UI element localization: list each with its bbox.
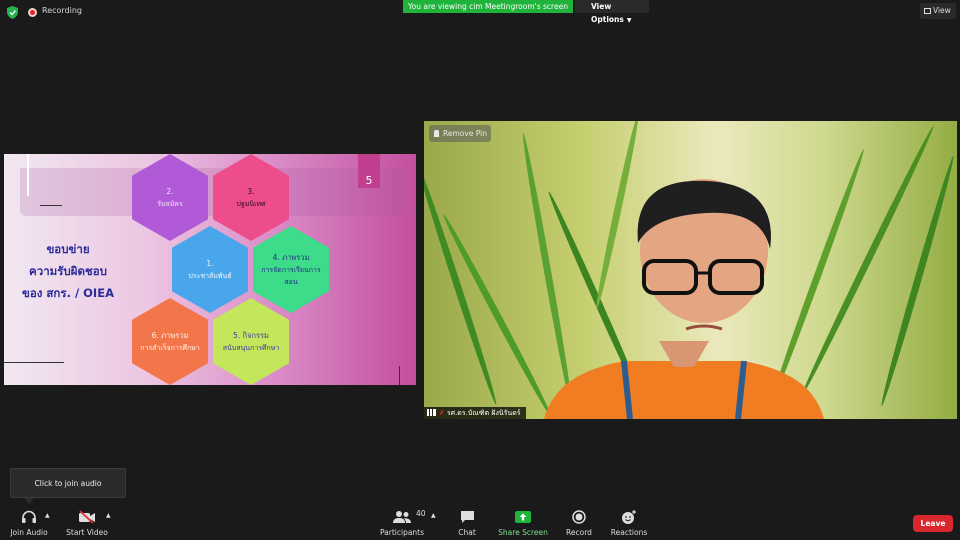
video-camera-off-icon (79, 510, 95, 524)
join-audio-tooltip: Click to join audio (10, 468, 126, 498)
hexagon-text: การสำเร็จการศึกษา (140, 343, 200, 352)
reactions-button[interactable]: Reactions (608, 510, 650, 537)
recording-label: Recording (42, 6, 83, 15)
view-button-label: View (933, 6, 951, 15)
view-button[interactable]: View (920, 3, 956, 19)
share-screen-label: Share Screen (498, 528, 548, 537)
hexagon-step-6: 6. ภาพรวม การสำเร็จการศึกษา (132, 298, 208, 385)
slide-title: ขอบข่าย ความรับผิดชอบ ของ สกร. / OIEA (18, 238, 118, 304)
share-screen-icon (515, 511, 531, 523)
hexagon-number: 6. ภาพรวม (151, 330, 189, 340)
remove-pin-button[interactable]: Remove Pin (429, 125, 491, 142)
audio-options-caret-icon[interactable]: ▲ (45, 512, 50, 519)
headphones-icon (22, 510, 36, 523)
chevron-down-icon: ▼ (626, 17, 632, 24)
shared-screen: 5 ขอบข่าย ความรับผิดชอบ ของ สกร. / OIEA … (4, 154, 416, 385)
reactions-icon (622, 510, 636, 524)
hexagon-text: สนับสนุนการศึกษา (222, 343, 280, 352)
security-shield-icon[interactable] (7, 6, 18, 19)
participant-video[interactable]: Remove Pin ✗ รศ.ดร.บัณฑิต ฝังนิรันดร์ (424, 121, 957, 419)
join-audio-button[interactable]: Join Audio (8, 510, 50, 537)
slide-divider (4, 362, 64, 363)
participants-options-caret-icon[interactable]: ▲ (431, 512, 436, 519)
hexagon-text: ปฐมนิเทศ (236, 199, 266, 208)
share-screen-button[interactable]: Share Screen (498, 510, 548, 537)
hexagon-number: 5. กิจกรรม (232, 330, 270, 340)
hexagon-text: รับสมัคร (157, 199, 183, 208)
participants-count: 40 (416, 509, 426, 518)
tooltip-arrow (24, 498, 34, 504)
reactions-label: Reactions (610, 528, 648, 537)
hexagon-step-4: 4. ภาพรวม การจัดการเรียนการสอน (253, 226, 329, 313)
slide-divider (399, 366, 400, 385)
grid-icon (924, 8, 931, 14)
slide-divider (40, 205, 62, 206)
participant-name-tag: ✗ รศ.ดร.บัณฑิต ฝังนิรันดร์ (424, 407, 526, 419)
chat-label: Chat (458, 528, 476, 537)
start-video-button[interactable]: Start Video (64, 510, 110, 537)
view-options-button[interactable]: View Options ▼ (575, 0, 649, 24)
slide-header-band (20, 168, 402, 216)
hexagon-number: 4. ภาพรวม (272, 252, 310, 262)
pin-icon (434, 130, 439, 137)
participant-figure (544, 179, 824, 419)
muted-mic-icon: ✗ (439, 409, 445, 417)
participants-icon (393, 511, 411, 523)
hexagon-step-1: 1. ประชาสัมพันธ์ (172, 226, 248, 313)
hexagon-step-5: 5. กิจกรรม สนับสนุนการศึกษา (213, 298, 289, 385)
hexagon-text: ประชาสัมพันธ์ (188, 271, 232, 280)
signal-bars-icon (427, 409, 436, 416)
slide-title-line: ของ สกร. / OIEA (22, 286, 114, 300)
slide-title-line: ความรับผิดชอบ (29, 264, 107, 278)
hexagon-text: การจัดการเรียนการสอน (261, 265, 321, 286)
slide-accent-line (27, 154, 29, 196)
viewing-screen-banner: You are viewing cim Meetingroom's screen (403, 0, 573, 13)
hexagon-number: 1. (206, 258, 214, 268)
slide-title-line: ขอบข่าย (46, 242, 90, 256)
participant-name: รศ.ดร.บัณฑิต ฝังนิรันดร์ (446, 409, 521, 417)
leave-button[interactable]: Leave (913, 515, 953, 532)
video-options-caret-icon[interactable]: ▲ (106, 512, 111, 519)
recording-icon (28, 8, 37, 17)
record-label: Record (566, 528, 592, 537)
participants-button[interactable]: 40 Participants (378, 509, 426, 537)
start-video-label: Start Video (66, 528, 108, 537)
remove-pin-label: Remove Pin (443, 129, 488, 138)
record-icon (572, 510, 586, 524)
hexagon-number: 2. (166, 186, 174, 196)
participants-label: Participants (379, 528, 425, 537)
hexagon-number: 3. (247, 186, 255, 196)
chat-button[interactable]: Chat (452, 510, 482, 537)
record-button[interactable]: Record (562, 510, 596, 537)
slide-page-number: 5 (358, 154, 380, 188)
join-audio-label: Join Audio (10, 528, 48, 537)
chat-bubble-icon (460, 511, 474, 523)
participants-icon-group: 40 (382, 509, 426, 524)
view-options-label: View Options (591, 2, 624, 24)
